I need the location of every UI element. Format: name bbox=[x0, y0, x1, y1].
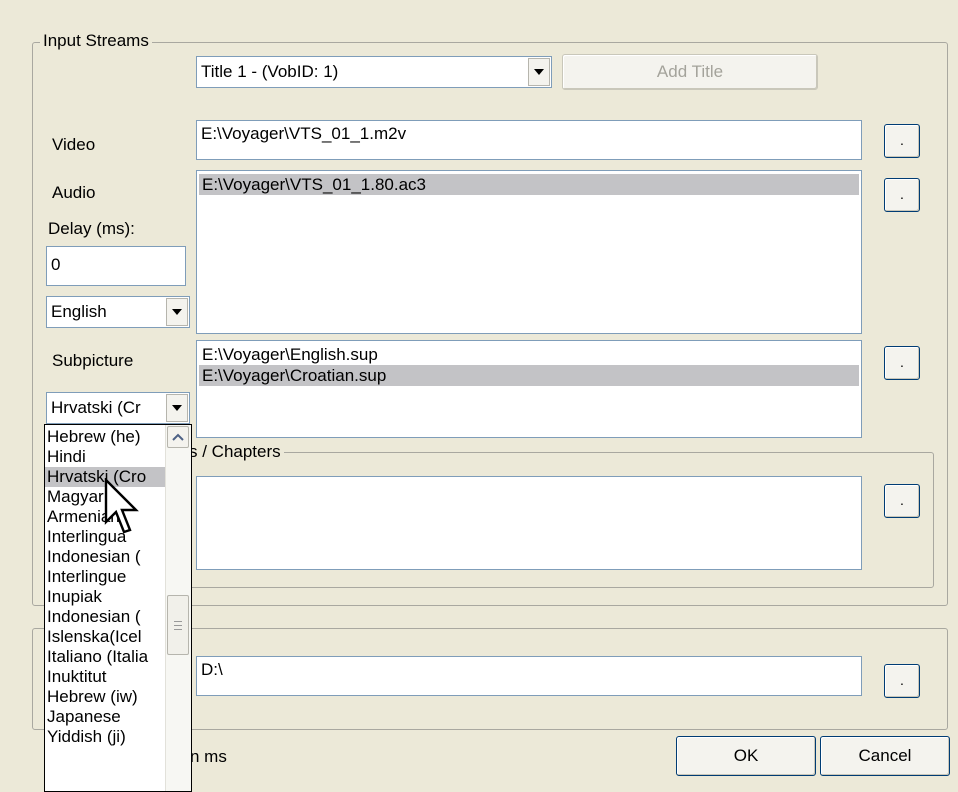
language-option[interactable]: Hebrew (iw) bbox=[45, 687, 165, 707]
audio-language-select[interactable]: English bbox=[46, 296, 190, 328]
language-option[interactable]: Hindi bbox=[45, 447, 165, 467]
subpicture-file-item[interactable]: E:\Voyager\English.sup bbox=[199, 344, 859, 365]
language-option[interactable]: Japanese bbox=[45, 707, 165, 727]
chevron-down-icon[interactable] bbox=[528, 58, 550, 86]
units-text: n ms bbox=[190, 747, 227, 766]
audio-file-list[interactable]: E:\Voyager\VTS_01_1.80.ac3 bbox=[196, 170, 862, 334]
audio-language-value: English bbox=[51, 302, 107, 321]
subpicture-language-select[interactable]: Hrvatski (Cr bbox=[46, 392, 190, 424]
output-path-field[interactable]: D:\ bbox=[196, 656, 862, 696]
language-option[interactable]: Hebrew (he) bbox=[45, 427, 165, 447]
cancel-button[interactable]: Cancel bbox=[820, 736, 950, 776]
subpicture-language-value: Hrvatski (Cr bbox=[51, 398, 141, 417]
delay-input[interactable]: 0 bbox=[46, 246, 186, 286]
subpicture-file-item[interactable]: E:\Voyager\Croatian.sup bbox=[199, 365, 859, 386]
chevron-down-icon[interactable] bbox=[166, 298, 188, 326]
language-option[interactable]: Islenska(Icel bbox=[45, 627, 165, 647]
subpicture-browse-button[interactable]: . bbox=[884, 346, 920, 380]
chapters-list[interactable] bbox=[196, 476, 862, 570]
language-option[interactable]: Italiano (Italia bbox=[45, 647, 165, 667]
audio-browse-button[interactable]: . bbox=[884, 178, 920, 212]
scroll-up-icon[interactable] bbox=[167, 426, 189, 448]
chevron-down-icon[interactable] bbox=[166, 394, 188, 422]
language-option[interactable]: Indonesian ( bbox=[45, 547, 165, 567]
ok-button[interactable]: OK bbox=[676, 736, 816, 776]
input-streams-legend: Input Streams bbox=[40, 31, 152, 51]
audio-label: Audio bbox=[52, 183, 96, 202]
dropdown-scrollbar[interactable] bbox=[165, 425, 191, 791]
output-browse-button[interactable]: . bbox=[884, 664, 920, 698]
chapters-browse-button[interactable]: . bbox=[884, 484, 920, 518]
delay-label: Delay (ms): bbox=[48, 219, 135, 238]
video-label: Video bbox=[52, 135, 96, 154]
add-title-button[interactable]: Add Title bbox=[562, 54, 818, 90]
language-option[interactable]: Yiddish (ji) bbox=[45, 727, 165, 747]
video-path-field[interactable]: E:\Voyager\VTS_01_1.m2v bbox=[196, 120, 862, 160]
subpicture-file-list[interactable]: E:\Voyager\English.sup E:\Voyager\Croati… bbox=[196, 340, 862, 438]
title-select-value: Title 1 - (VobID: 1) bbox=[201, 62, 339, 81]
scrollbar-thumb[interactable] bbox=[167, 595, 189, 655]
video-browse-button[interactable]: . bbox=[884, 124, 920, 158]
audio-file-item[interactable]: E:\Voyager\VTS_01_1.80.ac3 bbox=[199, 174, 859, 195]
subpicture-label: Subpicture bbox=[52, 351, 134, 370]
language-option[interactable]: Interlingue bbox=[45, 567, 165, 587]
language-option[interactable]: Inupiak bbox=[45, 587, 165, 607]
language-option[interactable]: Inuktitut bbox=[45, 667, 165, 687]
title-select[interactable]: Title 1 - (VobID: 1) bbox=[196, 56, 552, 88]
language-option[interactable]: Indonesian ( bbox=[45, 607, 165, 627]
chapters-legend: s / Chapters bbox=[186, 442, 284, 462]
cursor-arrow-icon bbox=[104, 478, 139, 534]
